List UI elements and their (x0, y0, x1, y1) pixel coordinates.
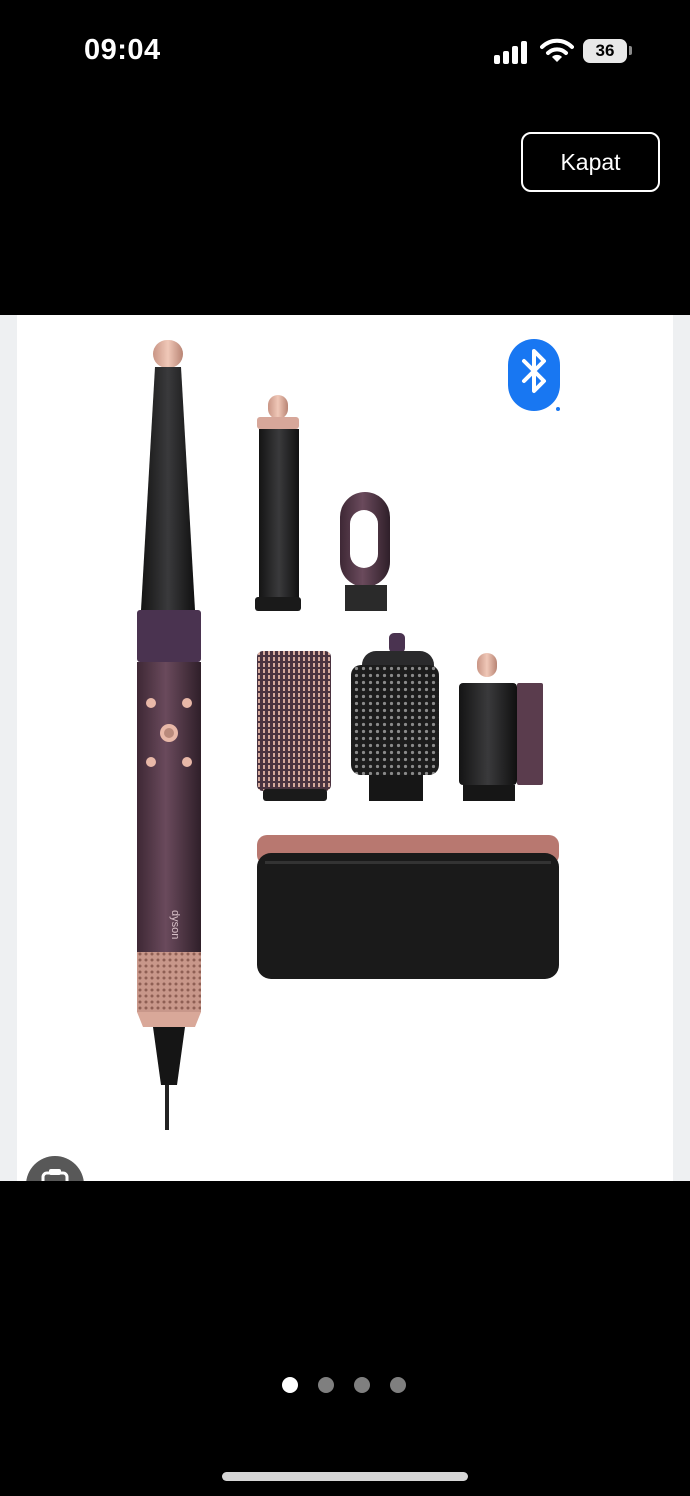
home-indicator[interactable] (222, 1472, 468, 1481)
pre-styling-dryer-attachment (340, 492, 390, 611)
storage-case (257, 835, 559, 979)
pager-dot-3[interactable] (354, 1377, 370, 1393)
bluetooth-icon (508, 339, 560, 411)
status-bar: 09:04 36 (0, 0, 690, 100)
battery-indicator: 36 (583, 39, 627, 63)
product-image[interactable]: dyson (17, 315, 673, 1181)
pager-dot-1[interactable] (282, 1377, 298, 1393)
cellular-signal-icon (494, 40, 530, 64)
product-illustration: dyson (137, 339, 560, 1130)
styler-body: dyson (137, 340, 201, 1130)
round-brush-attachment (351, 633, 439, 801)
volume-brush-attachment (257, 651, 331, 801)
close-button[interactable]: Kapat (521, 132, 660, 192)
image-pager[interactable] (282, 1377, 406, 1393)
styler-logo: dyson (169, 910, 181, 939)
image-viewer[interactable]: dyson (0, 315, 690, 1181)
status-time: 09:04 (84, 34, 161, 66)
curling-barrel-attachment (255, 395, 301, 611)
pager-dot-4[interactable] (390, 1377, 406, 1393)
battery-tip (629, 46, 632, 55)
viewer-background (0, 1181, 690, 1496)
pager-dot-2[interactable] (318, 1377, 334, 1393)
smoothing-brush-attachment (459, 653, 543, 801)
wifi-icon (540, 38, 574, 62)
